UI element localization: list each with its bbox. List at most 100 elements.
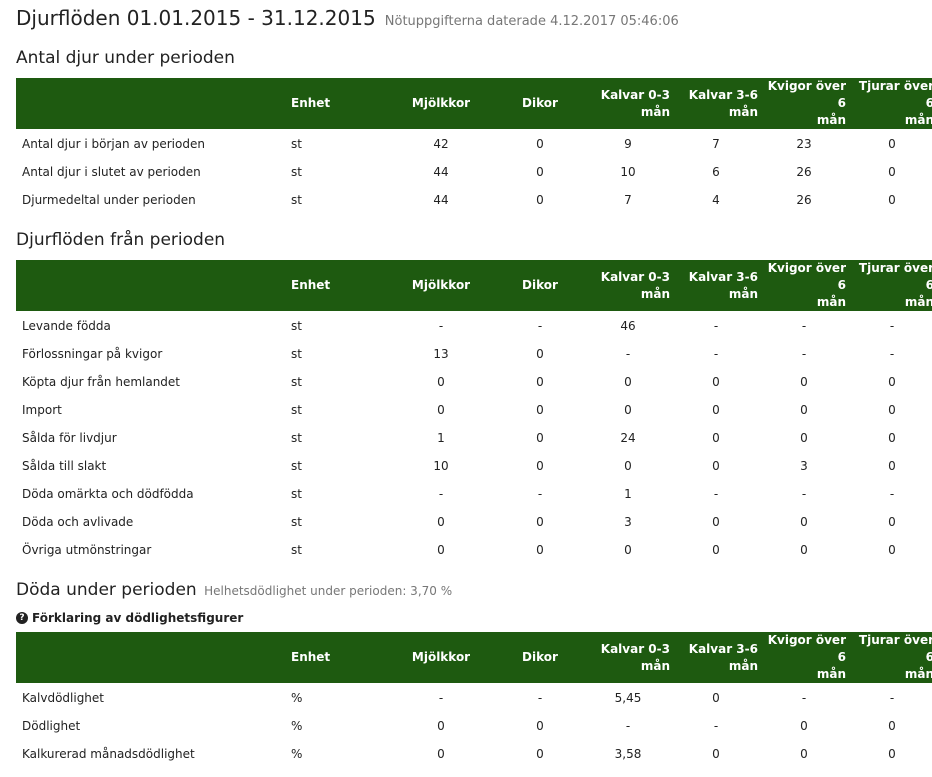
row-value-c4: 0 <box>712 515 720 529</box>
row-value-c3: - <box>625 347 631 361</box>
page-subtitle: Nötuppgifterna daterade 4.12.2017 05:46:… <box>384 14 679 29</box>
row-label-cell: Sålda för livdjur <box>16 424 291 452</box>
table-header-row: Enhet Mjölkkor Dikor Kalvar 0-3 mån Kalvar 3-… <box>16 632 932 683</box>
row-label-cell: Sålda till slakt <box>16 452 291 480</box>
row-label-cell: Import <box>16 396 291 424</box>
row-value-c6: 0 <box>888 719 896 733</box>
row-value-c1: 42 <box>433 137 449 151</box>
row-value-c1: 44 <box>433 165 449 179</box>
table-row: Kalkurerad månadsdödlighet% 0 0 3,58 0 0 0 <box>16 740 932 768</box>
table-row: Sålda till slakt st 10 0 0 0 3 0 <box>16 452 932 480</box>
row-label-cell: Övriga utmönstringar <box>16 536 291 564</box>
row-value-c6: 0 <box>888 403 896 417</box>
row-value-c3: 0 <box>624 543 632 557</box>
row-label: Dödlighet <box>22 719 81 733</box>
row-value-c4: 0 <box>712 543 720 557</box>
row-label-cell: Djurmedeltal under perioden <box>16 186 291 214</box>
row-value-c5: 23 <box>796 137 812 151</box>
header-cell-c1: Mjölkkor <box>411 278 471 292</box>
section-title-antal: Antal djur under perioden <box>16 48 235 68</box>
row-value-c2: 0 <box>536 719 544 733</box>
row-value-c4: - <box>713 719 719 733</box>
row-unit: st <box>291 515 302 529</box>
table-row: Import st 0 0 0 0 0 0 <box>16 396 932 424</box>
header-cell-c6: Tjurar över 6 mån <box>848 632 932 683</box>
row-value-c3: 5,45 <box>614 691 642 705</box>
row-value-c1: 0 <box>437 719 445 733</box>
row-value-c5: - <box>801 691 807 705</box>
row-value-c4: 7 <box>712 137 720 151</box>
row-value-c4: 0 <box>712 431 720 445</box>
row-value-c4: - <box>713 487 719 501</box>
table-row: Antal djur i slutet av perioden st 44 0 10 6 2… <box>16 158 932 186</box>
row-value-c2: 0 <box>536 543 544 557</box>
header-cell-c3: Kalvar 0-3 mån <box>584 78 672 129</box>
row-value-c6: 0 <box>888 193 896 207</box>
mortality-explanation-link[interactable]: ? Förklaring av dödlighetsfigurer <box>16 611 243 625</box>
row-unit: st <box>291 137 302 151</box>
header-cell-c5-line1: Kvigor över 6 <box>767 633 846 664</box>
header-cell-empty <box>16 632 291 683</box>
header-cell-c3-line2: mån <box>640 104 670 119</box>
row-unit: % <box>291 691 303 705</box>
row-value-c4: - <box>713 319 719 333</box>
row-unit: st <box>291 375 302 389</box>
row-value-c2: 0 <box>536 515 544 529</box>
row-value-c4: 0 <box>712 747 720 761</box>
row-unit: st <box>291 165 302 179</box>
row-unit: st <box>291 403 302 417</box>
header-cell-c6-line1: Tjurar över 6 <box>858 261 932 292</box>
row-value-c3: 10 <box>620 165 636 179</box>
row-value-c3: 3,58 <box>614 747 642 761</box>
row-value-c3: 46 <box>620 319 636 333</box>
row-label-cell: Antal djur i början av perioden <box>16 129 291 158</box>
header-cell-unit: Enhet <box>291 278 331 292</box>
header-cell-c3: Kalvar 0-3 mån <box>584 260 672 311</box>
row-value-c6: - <box>889 319 895 333</box>
mortality-explanation-label: Förklaring av dödlighetsfigurer <box>32 611 244 625</box>
row-value-c1: 0 <box>437 543 445 557</box>
row-value-c6: 0 <box>888 137 896 151</box>
row-unit: st <box>291 543 302 557</box>
row-value-c4: - <box>713 347 719 361</box>
row-value-c1: 13 <box>433 347 449 361</box>
row-value-c1: 0 <box>437 515 445 529</box>
row-value-c3: 0 <box>624 459 632 473</box>
row-label: Övriga utmönstringar <box>22 543 152 557</box>
row-label: Djurmedeltal under perioden <box>22 193 196 207</box>
header-cell-c5-line1: Kvigor över 6 <box>767 79 846 110</box>
question-circle-icon: ? <box>16 612 28 624</box>
header-cell-c6-line2: mån <box>904 113 932 127</box>
table-row: Förlossningar på kvigor st 13 0 - - - - <box>16 340 932 368</box>
row-value-c1: 10 <box>433 459 449 473</box>
header-cell-c3-line2: mån <box>640 286 670 301</box>
row-value-c1: 0 <box>437 747 445 761</box>
row-value-c5: 26 <box>796 165 812 179</box>
row-value-c2: 0 <box>536 137 544 151</box>
row-value-c5: 0 <box>800 543 808 557</box>
row-label: Import <box>22 403 62 417</box>
header-cell-c4-line2: mån <box>728 286 758 301</box>
header-cell-c5: Kvigor över 6 mån <box>760 632 848 683</box>
row-label-cell: Döda omärkta och dödfödda <box>16 480 291 508</box>
row-unit: st <box>291 347 302 361</box>
header-cell-c4-line2: mån <box>728 658 758 673</box>
row-label-cell: Döda och avlivade <box>16 508 291 536</box>
row-value-c4: 0 <box>712 403 720 417</box>
row-value-c2: 0 <box>536 403 544 417</box>
row-value-c3: - <box>625 719 631 733</box>
header-cell-c2: Dikor <box>522 650 558 664</box>
row-value-c2: 0 <box>536 193 544 207</box>
row-label: Sålda till slakt <box>22 459 107 473</box>
row-value-c1: 44 <box>433 193 449 207</box>
header-cell-c4-line1: Kalvar 3-6 <box>688 87 758 102</box>
row-label-cell: Kalkurerad månadsdödlighet <box>16 740 291 768</box>
table-row: Döda och avlivade st 0 0 3 0 0 0 <box>16 508 932 536</box>
table-row: Sålda för livdjur st 1 0 24 0 0 0 <box>16 424 932 452</box>
table-header-row: Enhet Mjölkkor Dikor Kalvar 0-3 mån Kalvar 3-… <box>16 260 932 311</box>
row-value-c1: - <box>438 487 444 501</box>
header-cell-c4-line1: Kalvar 3-6 <box>688 641 758 656</box>
row-label: Kalvdödlighet <box>22 691 105 705</box>
row-unit: st <box>291 487 302 501</box>
row-value-c1: - <box>438 319 444 333</box>
